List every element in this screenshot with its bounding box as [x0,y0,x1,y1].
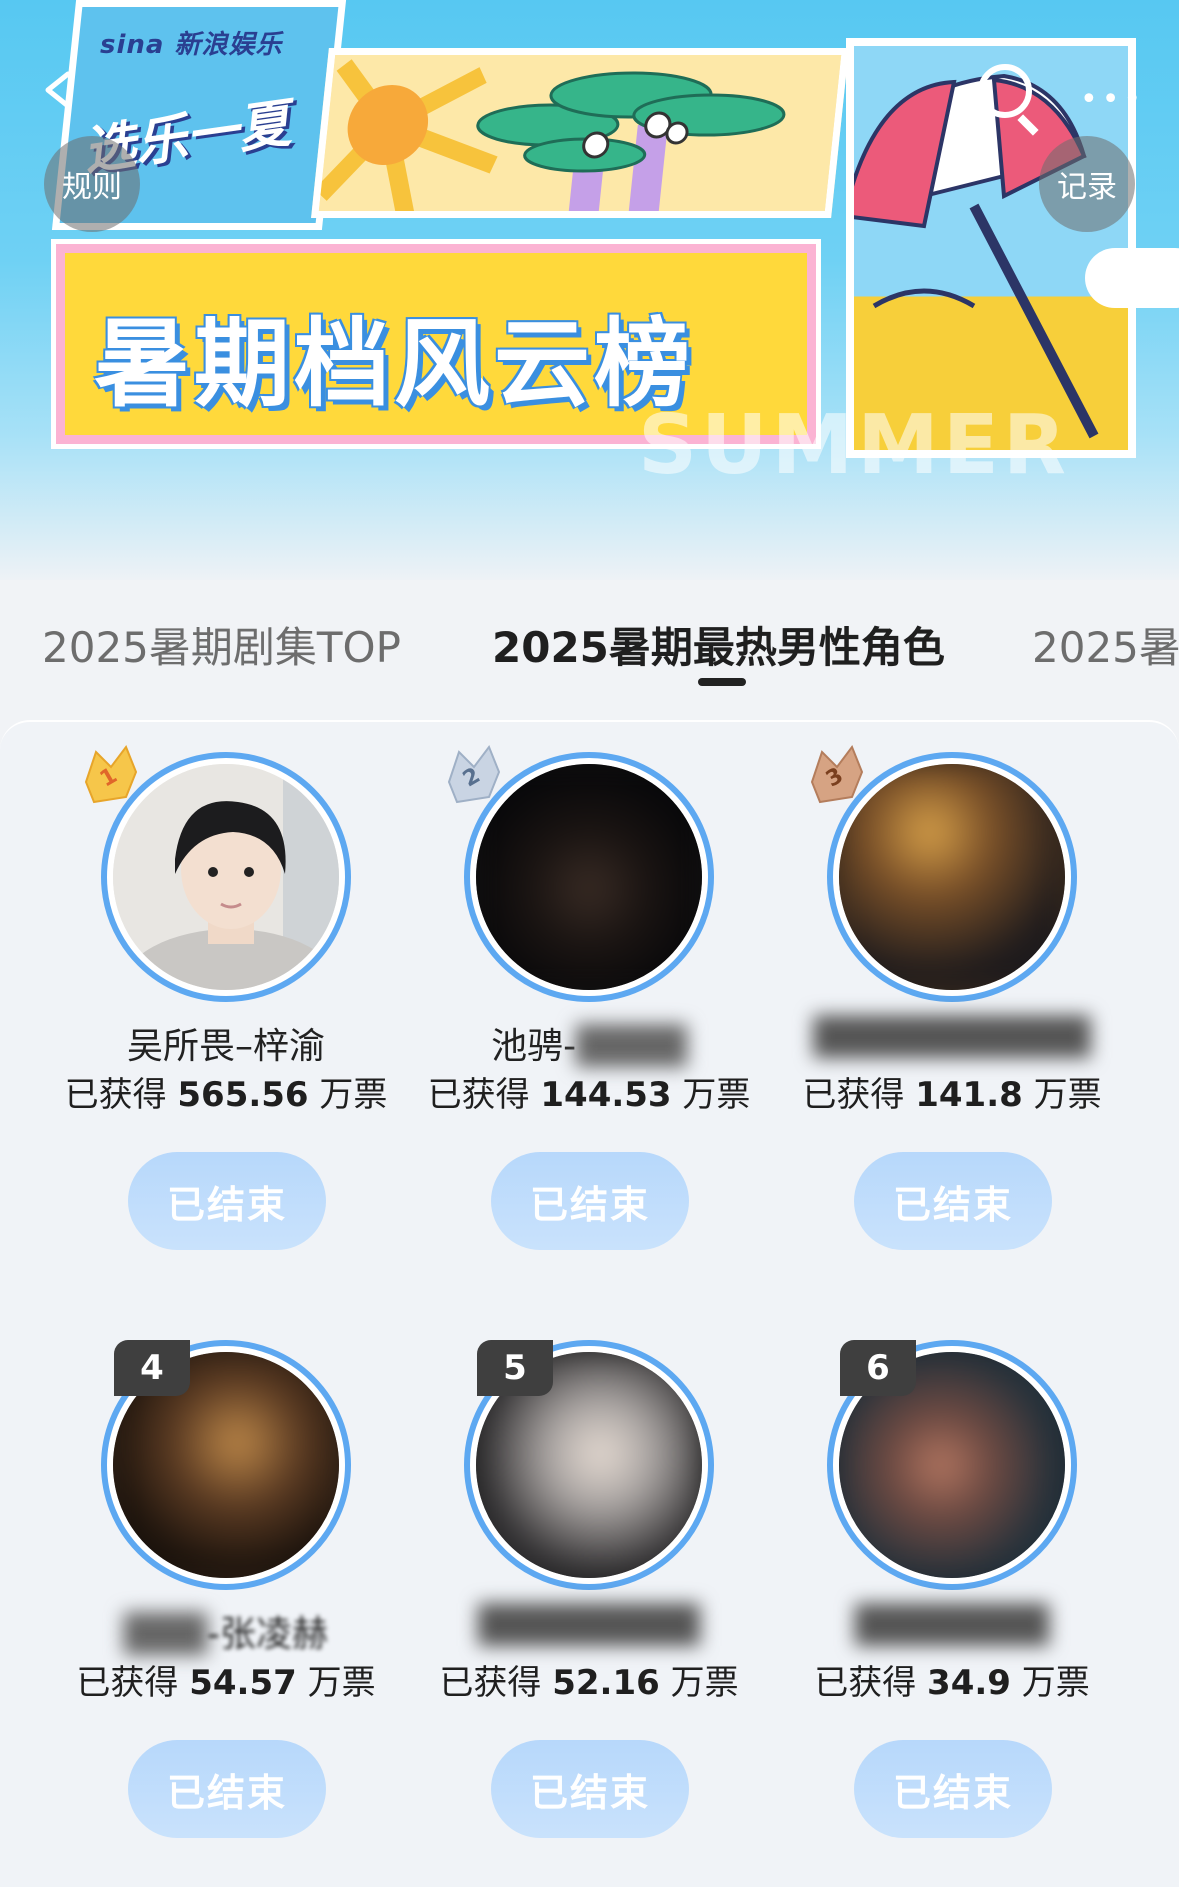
ranking-item[interactable]: 5 ████████ 已获得 52.16 万票 已结束 [419,1310,739,1838]
active-tab-indicator [698,678,746,686]
banner-watermark: SUMMER [638,398,1070,493]
name-visible-part: 池骋- [491,1026,577,1067]
votes-prefix: 已获得 [76,1663,179,1703]
votes-prefix: 已获得 [802,1075,905,1115]
name-blurred-part: ████ [576,1026,687,1067]
ended-button[interactable]: 已结束 [854,1740,1052,1838]
silver-medal-icon: 2 [447,744,501,804]
tab-drama-top[interactable]: 2025暑期剧集TOP [42,614,401,675]
search-icon[interactable] [978,64,1032,118]
gold-medal-icon: 1 [84,744,138,804]
ended-button[interactable]: 已结束 [128,1152,326,1250]
character-name-blurred: ███████ [855,1605,1049,1646]
side-pill [1085,248,1179,308]
ranking-item[interactable]: 3 ██████████ 已获得 141.8 万票 已结束 [782,722,1102,1250]
votes-value: 144.53 [540,1075,672,1115]
rank-badge: 5 [477,1340,553,1396]
name-blurred-part: ███ [123,1614,208,1655]
votes-prefix: 已获得 [427,1075,530,1115]
ranking-panel: 1 吴所畏–梓渝 已获得 565.56 万票 已结束 2 池骋-████ 已获得… [0,720,1179,1887]
character-name: ███-张凌赫 [56,1605,396,1657]
category-tabs: 2025暑期剧集TOP 2025暑期最热男性角色 2025暑 [0,600,1179,690]
tab-next[interactable]: 2025暑 [1032,614,1179,675]
ended-button[interactable]: 已结束 [128,1740,326,1838]
character-name-blurred: ██████████ [813,1017,1091,1058]
vote-count: 已获得 34.9 万票 [782,1655,1122,1704]
character-name: 池骋-████ [419,1017,759,1069]
ended-button[interactable]: 已结束 [854,1152,1052,1250]
votes-prefix: 已获得 [814,1663,917,1703]
character-name: 吴所畏–梓渝 [126,1026,325,1067]
name-visible-part: -张凌赫 [207,1614,329,1655]
banner-title: 暑期档风云榜 [94,308,694,420]
ended-button[interactable]: 已结束 [491,1740,689,1838]
bronze-medal-icon: 3 [810,744,864,804]
votes-unit: 万票 [1021,1663,1090,1703]
ended-button[interactable]: 已结束 [491,1152,689,1250]
votes-unit: 万票 [1033,1075,1102,1115]
tab-hottest-male-role[interactable]: 2025暑期最热男性角色 [492,614,945,675]
ranking-item[interactable]: 6 ███████ 已获得 34.9 万票 已结束 [782,1310,1090,1838]
more-menu-icon[interactable]: ••• [1080,82,1145,117]
ranking-item[interactable]: 1 吴所畏–梓渝 已获得 565.56 万票 已结束 [56,722,387,1250]
votes-prefix: 已获得 [64,1075,167,1115]
votes-value: 52.16 [552,1663,660,1703]
rank-badge: 4 [114,1340,190,1396]
sina-logo: sina 新浪娱乐 [100,30,283,60]
rules-button[interactable]: 规则 [44,136,140,232]
votes-value: 565.56 [177,1075,309,1115]
votes-value: 54.57 [189,1663,297,1703]
votes-unit: 万票 [682,1075,751,1115]
vote-count: 已获得 141.8 万票 [782,1067,1122,1116]
sun-and-palm-illustration [314,55,849,218]
votes-prefix: 已获得 [439,1663,542,1703]
ranking-item[interactable]: 2 池骋-████ 已获得 144.53 万票 已结束 [419,722,750,1250]
vote-count: 已获得 144.53 万票 [419,1067,759,1116]
vote-count: 已获得 565.56 万票 [56,1067,396,1116]
ranking-item[interactable]: 4 ███-张凌赫 已获得 54.57 万票 已结束 [56,1310,376,1838]
banner-beach-illustration [311,48,849,218]
back-arrow-icon[interactable] [38,70,78,110]
votes-value: 34.9 [927,1663,1011,1703]
votes-unit: 万票 [670,1663,739,1703]
vote-count: 已获得 52.16 万票 [419,1655,759,1704]
votes-unit: 万票 [319,1075,388,1115]
records-button[interactable]: 记录 [1039,136,1135,232]
votes-value: 141.8 [915,1075,1023,1115]
vote-count: 已获得 54.57 万票 [56,1655,396,1704]
votes-unit: 万票 [307,1663,376,1703]
header-banner: sina 新浪娱乐 选乐一夏 暑期档风云榜 SUMMER ••• 规则 记录 [0,0,1179,580]
rank-badge: 6 [840,1340,916,1396]
character-name-blurred: ████████ [478,1605,700,1646]
